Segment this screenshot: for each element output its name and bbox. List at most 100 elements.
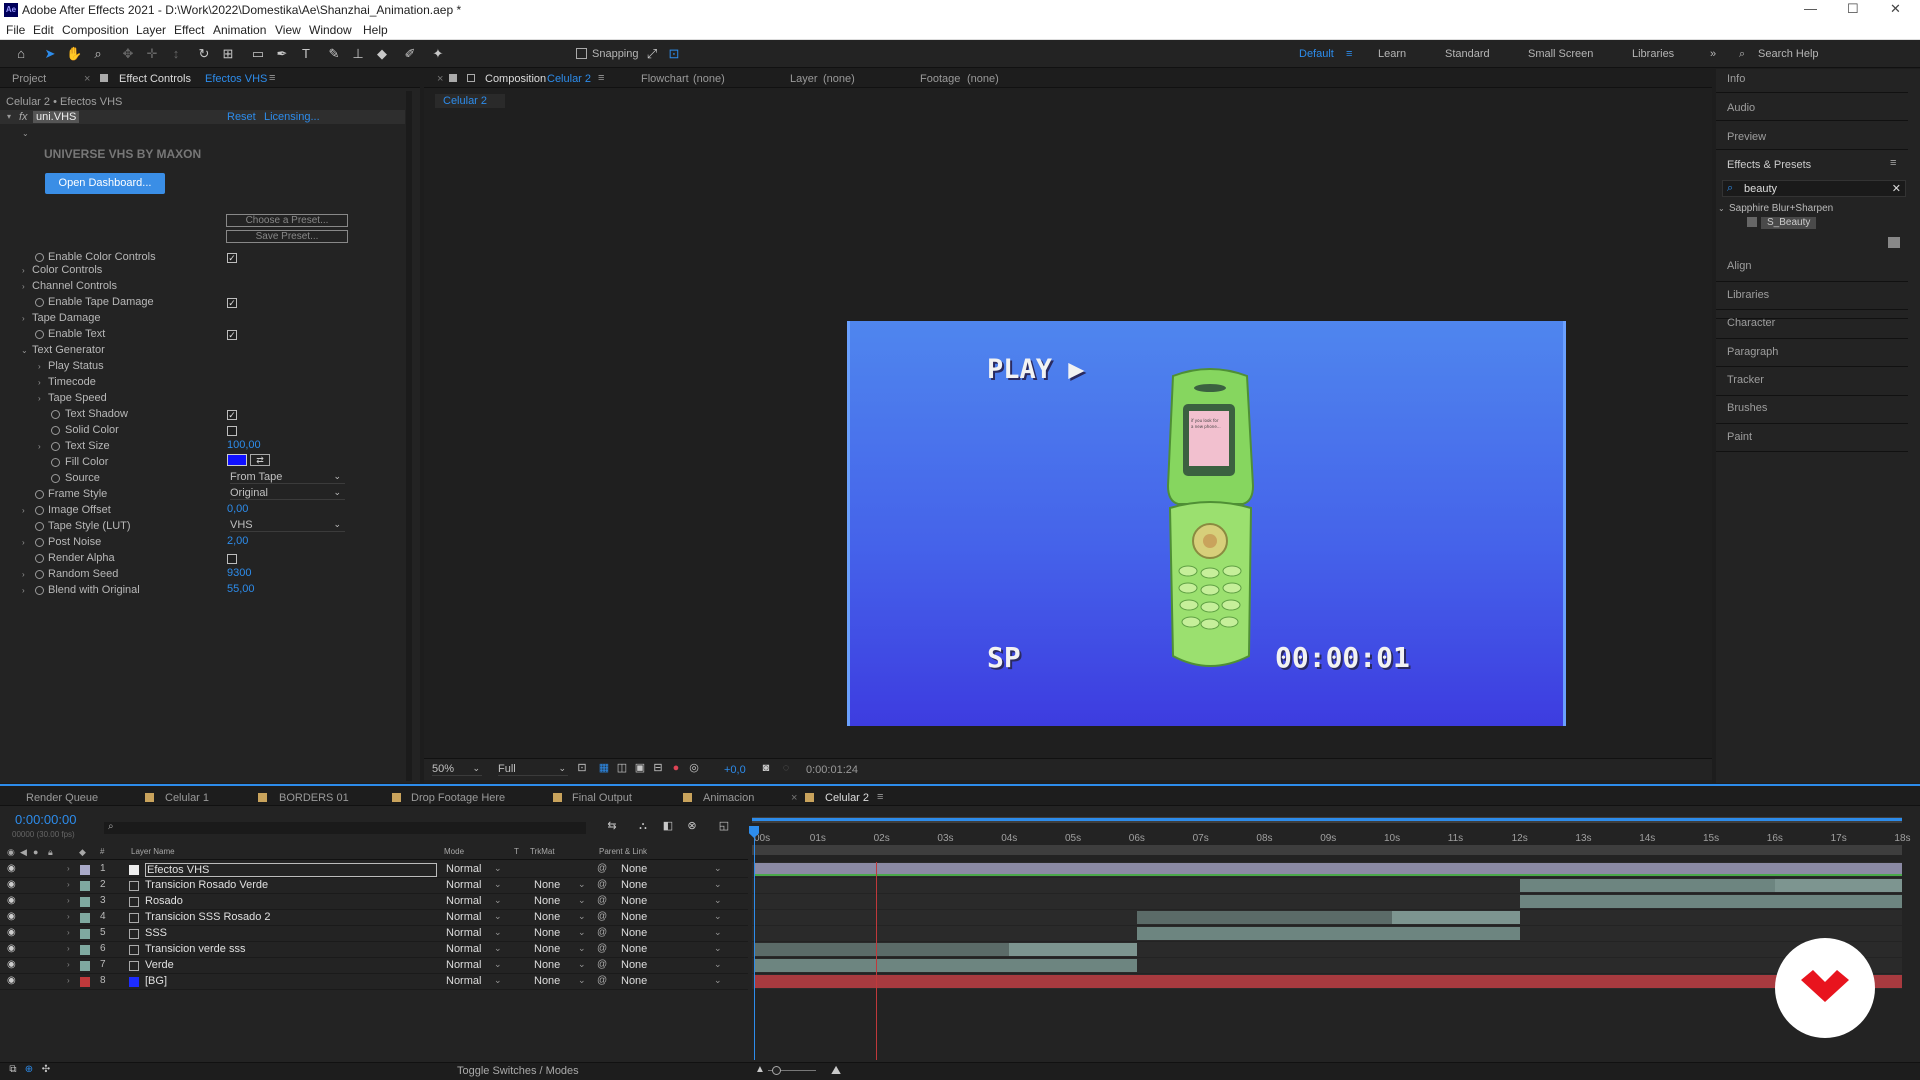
tape-style-dropdown[interactable]: VHS ⌄ <box>230 519 345 532</box>
viewer-current-time[interactable]: 0:00:01:24 <box>806 764 858 776</box>
choose-preset-button[interactable]: Choose a Preset... <box>226 214 348 227</box>
post-noise-value[interactable]: 2,00 <box>227 535 248 547</box>
tab-project[interactable]: Project <box>12 73 46 85</box>
pickwhip-icon[interactable]: @ <box>597 863 607 874</box>
panel-preview[interactable]: Preview <box>1727 131 1766 143</box>
workspace-small-screen[interactable]: Small Screen <box>1528 48 1593 60</box>
mode-dropdown[interactable]: Normal <box>446 959 481 971</box>
pickwhip-icon[interactable]: @ <box>597 911 607 922</box>
layer-name[interactable]: Transicion Rosado Verde <box>145 879 268 891</box>
menu-layer[interactable]: Layer <box>136 23 166 37</box>
twirl-right-icon[interactable]: › <box>22 570 25 579</box>
selection-tool-icon[interactable]: ➤ <box>42 46 58 62</box>
twirl-right-icon[interactable]: › <box>67 928 70 937</box>
stopwatch-icon[interactable] <box>35 586 44 595</box>
layer-name[interactable]: Transicion SSS Rosado 2 <box>145 911 271 923</box>
eraser-tool-icon[interactable]: ◆ <box>374 46 390 62</box>
trkmat-dropdown[interactable]: None <box>534 895 560 907</box>
layer-row[interactable]: ◉ › 6 Transicion verde sss Normal ⌄ None ⌄ @ None… <box>0 942 748 958</box>
tab-final-output[interactable]: Final Output <box>572 792 632 804</box>
mode-dropdown[interactable]: Normal <box>446 911 481 923</box>
zoom-dropdown[interactable]: 50% ⌄ <box>432 763 482 776</box>
parent-dropdown[interactable]: None <box>621 959 647 971</box>
effect-result-s-beauty[interactable]: S_Beauty <box>1761 217 1817 229</box>
menu-window[interactable]: Window <box>309 23 352 37</box>
tab-render-queue[interactable]: Render Queue <box>26 792 98 804</box>
layer-name-column[interactable]: Layer Name <box>131 847 175 856</box>
roto-brush-icon[interactable]: ✐ <box>402 46 418 62</box>
layer-name[interactable]: Verde <box>145 959 174 971</box>
layer-switches-icon[interactable]: ⧉ <box>5 1062 21 1078</box>
prop-timecode[interactable]: Timecode <box>48 376 96 388</box>
pickwhip-icon[interactable]: @ <box>597 959 607 970</box>
stopwatch-icon[interactable] <box>51 442 60 451</box>
exposure-value[interactable]: +0,0 <box>724 764 746 776</box>
pickwhip-icon[interactable]: @ <box>597 895 607 906</box>
eye-icon[interactable]: ◉ <box>7 911 16 922</box>
dolly-camera-icon[interactable]: ↕ <box>168 46 184 62</box>
work-area-range[interactable] <box>752 818 1902 821</box>
twirl-right-icon[interactable]: › <box>22 586 25 595</box>
trkmat-dropdown[interactable]: None <box>534 879 560 891</box>
shy-layers-icon[interactable]: ◧ <box>660 818 676 834</box>
frame-style-dropdown[interactable]: Original ⌄ <box>230 487 345 500</box>
pan-behind-icon[interactable]: ⊞ <box>220 46 236 62</box>
tab-layer[interactable]: Layer <box>790 73 818 85</box>
twirl-right-icon[interactable]: › <box>67 976 70 985</box>
parent-column[interactable]: Parent & Link <box>599 847 647 856</box>
eye-icon[interactable]: ◉ <box>7 895 16 906</box>
parent-dropdown[interactable]: None <box>621 863 647 875</box>
layer-name[interactable]: Rosado <box>145 895 183 907</box>
layer-label-color[interactable] <box>80 897 90 907</box>
tab-celular-1[interactable]: Celular 1 <box>165 792 209 804</box>
toggle-switches-modes[interactable]: Toggle Switches / Modes <box>457 1065 579 1077</box>
brush-tool-icon[interactable]: ✎ <box>326 46 342 62</box>
trkmat-column[interactable]: TrkMat <box>530 847 555 856</box>
layer-label-color[interactable] <box>80 945 90 955</box>
twirl-right-icon[interactable]: › <box>67 960 70 969</box>
effect-name[interactable]: uni.VHS <box>33 111 80 123</box>
layer-label-color[interactable] <box>80 913 90 923</box>
stopwatch-icon[interactable] <box>35 506 44 515</box>
enable-text-checkbox[interactable]: ✓ <box>227 330 237 340</box>
twirl-right-icon[interactable]: › <box>38 362 41 371</box>
eye-icon[interactable]: ◉ <box>7 975 16 986</box>
draft-3d-icon[interactable]: ⛬ <box>635 818 651 834</box>
layer-duration-bar[interactable] <box>754 975 1903 988</box>
effects-category[interactable]: Sapphire Blur+Sharpen <box>1729 203 1833 214</box>
trkmat-dropdown[interactable]: None <box>534 943 560 955</box>
layer-row[interactable]: ◉ › 7 Verde Normal ⌄ None ⌄ @ None ⌄ <box>0 958 748 974</box>
parent-dropdown[interactable]: None <box>621 943 647 955</box>
layer-label-color[interactable] <box>80 929 90 939</box>
layer-name[interactable]: [BG] <box>145 975 167 987</box>
layer-name[interactable]: SSS <box>145 927 167 939</box>
color-management-icon[interactable]: ◎ <box>686 760 702 776</box>
stopwatch-icon[interactable] <box>51 410 60 419</box>
snapping-checkbox[interactable] <box>576 48 587 59</box>
more-workspaces-icon[interactable]: » <box>1710 48 1716 60</box>
open-dashboard-button[interactable]: Open Dashboard... <box>45 173 165 194</box>
twirl-right-icon[interactable]: › <box>67 864 70 873</box>
timeline-current-time[interactable]: 0:00:00:00 <box>15 812 76 827</box>
layer-row[interactable]: ◉ › 1 Efectos VHS Normal ⌄ @ None ⌄ <box>0 862 748 878</box>
layer-duration-bar[interactable] <box>1136 927 1520 940</box>
type-tool-icon[interactable]: T <box>298 46 314 62</box>
pan-camera-icon[interactable]: ✛ <box>144 46 160 62</box>
stopwatch-icon[interactable] <box>35 253 44 262</box>
stopwatch-icon[interactable] <box>35 330 44 339</box>
close-tab-icon[interactable]: × <box>791 792 797 804</box>
mode-column[interactable]: Mode <box>444 847 464 856</box>
menu-edit[interactable]: Edit <box>33 23 54 37</box>
hand-tool-icon[interactable]: ✋ <box>66 46 82 62</box>
fast-preview-icon[interactable]: ⊡ <box>574 760 590 776</box>
parent-dropdown[interactable]: None <box>621 927 647 939</box>
orbit-camera-icon[interactable]: ✥ <box>120 46 136 62</box>
source-dropdown[interactable]: From Tape ⌄ <box>230 471 345 484</box>
effects-search-input[interactable]: ⌕ beauty ✕ <box>1722 180 1906 197</box>
eye-icon[interactable]: ◉ <box>7 863 16 874</box>
stopwatch-icon[interactable] <box>35 490 44 499</box>
stopwatch-icon[interactable] <box>35 538 44 547</box>
mode-dropdown[interactable]: Normal <box>446 975 481 987</box>
twirl-right-icon[interactable]: › <box>22 314 25 323</box>
fill-color-swatch[interactable] <box>227 454 247 466</box>
